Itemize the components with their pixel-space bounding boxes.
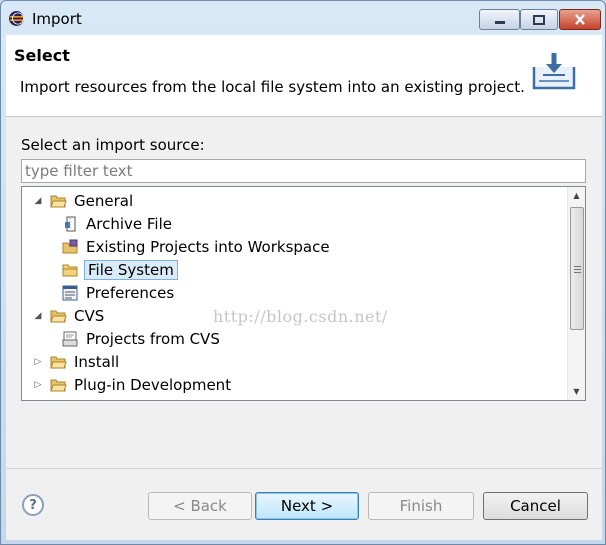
tree-item-file-system[interactable]: File System <box>62 258 178 281</box>
eclipse-icon <box>9 11 24 26</box>
tree-item-label: Existing Projects into Workspace <box>86 237 330 256</box>
title-bar[interactable]: Import <box>1 1 605 35</box>
maximize-button[interactable] <box>520 9 558 30</box>
footer-divider <box>6 468 602 469</box>
minimize-button[interactable] <box>479 9 520 30</box>
page-title: Select <box>14 46 70 65</box>
grip-icon <box>574 266 581 273</box>
existing-projects-icon <box>62 239 78 253</box>
import-dialog: Import Select Import resources from the … <box>0 0 606 545</box>
folder-open-icon <box>50 310 67 322</box>
tree-item-label: Plug-in Development <box>74 375 232 394</box>
tree-item-cvs[interactable]: ◢ CVS <box>30 304 106 327</box>
tree-item-existing-projects[interactable]: Existing Projects into Workspace <box>62 235 332 258</box>
wizard-header: Select Import resources from the local f… <box>6 35 602 117</box>
tree-vertical-scrollbar[interactable]: ▲ ▼ <box>567 187 585 400</box>
cancel-button[interactable]: Cancel <box>483 492 588 520</box>
tree-item-label: Archive File <box>86 214 172 233</box>
tree-item-preferences[interactable]: Preferences <box>62 281 176 304</box>
close-icon <box>575 14 585 25</box>
folder-open-icon <box>50 195 67 207</box>
expanded-twisty-icon[interactable]: ◢ <box>30 308 46 324</box>
folder-icon <box>62 264 78 276</box>
next-button[interactable]: Next > <box>255 492 359 520</box>
tree-item-label: File System <box>84 259 178 280</box>
tree-item-label: Install <box>74 352 120 371</box>
finish-button[interactable]: Finish <box>368 492 474 520</box>
window-title: Import <box>32 10 82 28</box>
scrollbar-thumb[interactable] <box>570 207 584 330</box>
maximize-icon <box>533 14 545 25</box>
dialog-content: Select Import resources from the local f… <box>6 35 602 540</box>
tree-item-label: Projects from CVS <box>86 329 220 348</box>
help-icon[interactable]: ? <box>22 494 44 516</box>
import-wizard-icon <box>532 53 576 90</box>
preferences-icon <box>62 285 78 300</box>
tree-item-install[interactable]: ▷ Install <box>30 350 121 373</box>
close-button[interactable] <box>559 9 601 30</box>
scroll-down-arrow-icon[interactable]: ▼ <box>568 383 585 400</box>
import-source-label: Select an import source: <box>21 136 205 154</box>
tree-item-label: General <box>74 191 134 210</box>
tree-item-projects-from-cvs[interactable]: Projects from CVS <box>62 327 222 350</box>
tree-item-archive-file[interactable]: Archive File <box>62 212 174 235</box>
tree-item-general[interactable]: ◢ General <box>30 189 135 212</box>
tree-item-label: CVS <box>74 306 105 325</box>
folder-icon <box>50 356 67 368</box>
page-description: Import resources from the local file sys… <box>20 78 525 96</box>
collapsed-twisty-icon[interactable]: ▷ <box>30 377 46 393</box>
watermark: http://blog.csdn.net/ <box>213 307 388 326</box>
archive-file-icon <box>65 216 76 231</box>
import-source-tree[interactable]: ◢ General Archive File Existing Projects… <box>21 186 586 401</box>
back-button[interactable]: < Back <box>148 492 252 520</box>
tree-item-label: Preferences <box>86 283 175 302</box>
tree-item-plugin-development[interactable]: ▷ Plug-in Development <box>30 373 233 396</box>
filter-input[interactable] <box>21 159 586 183</box>
expanded-twisty-icon[interactable]: ◢ <box>30 193 46 209</box>
minimize-icon <box>494 20 505 24</box>
folder-icon <box>50 379 67 391</box>
collapsed-twisty-icon[interactable]: ▷ <box>30 354 46 370</box>
cvs-projects-icon <box>62 331 78 346</box>
scroll-up-arrow-icon[interactable]: ▲ <box>568 187 585 204</box>
